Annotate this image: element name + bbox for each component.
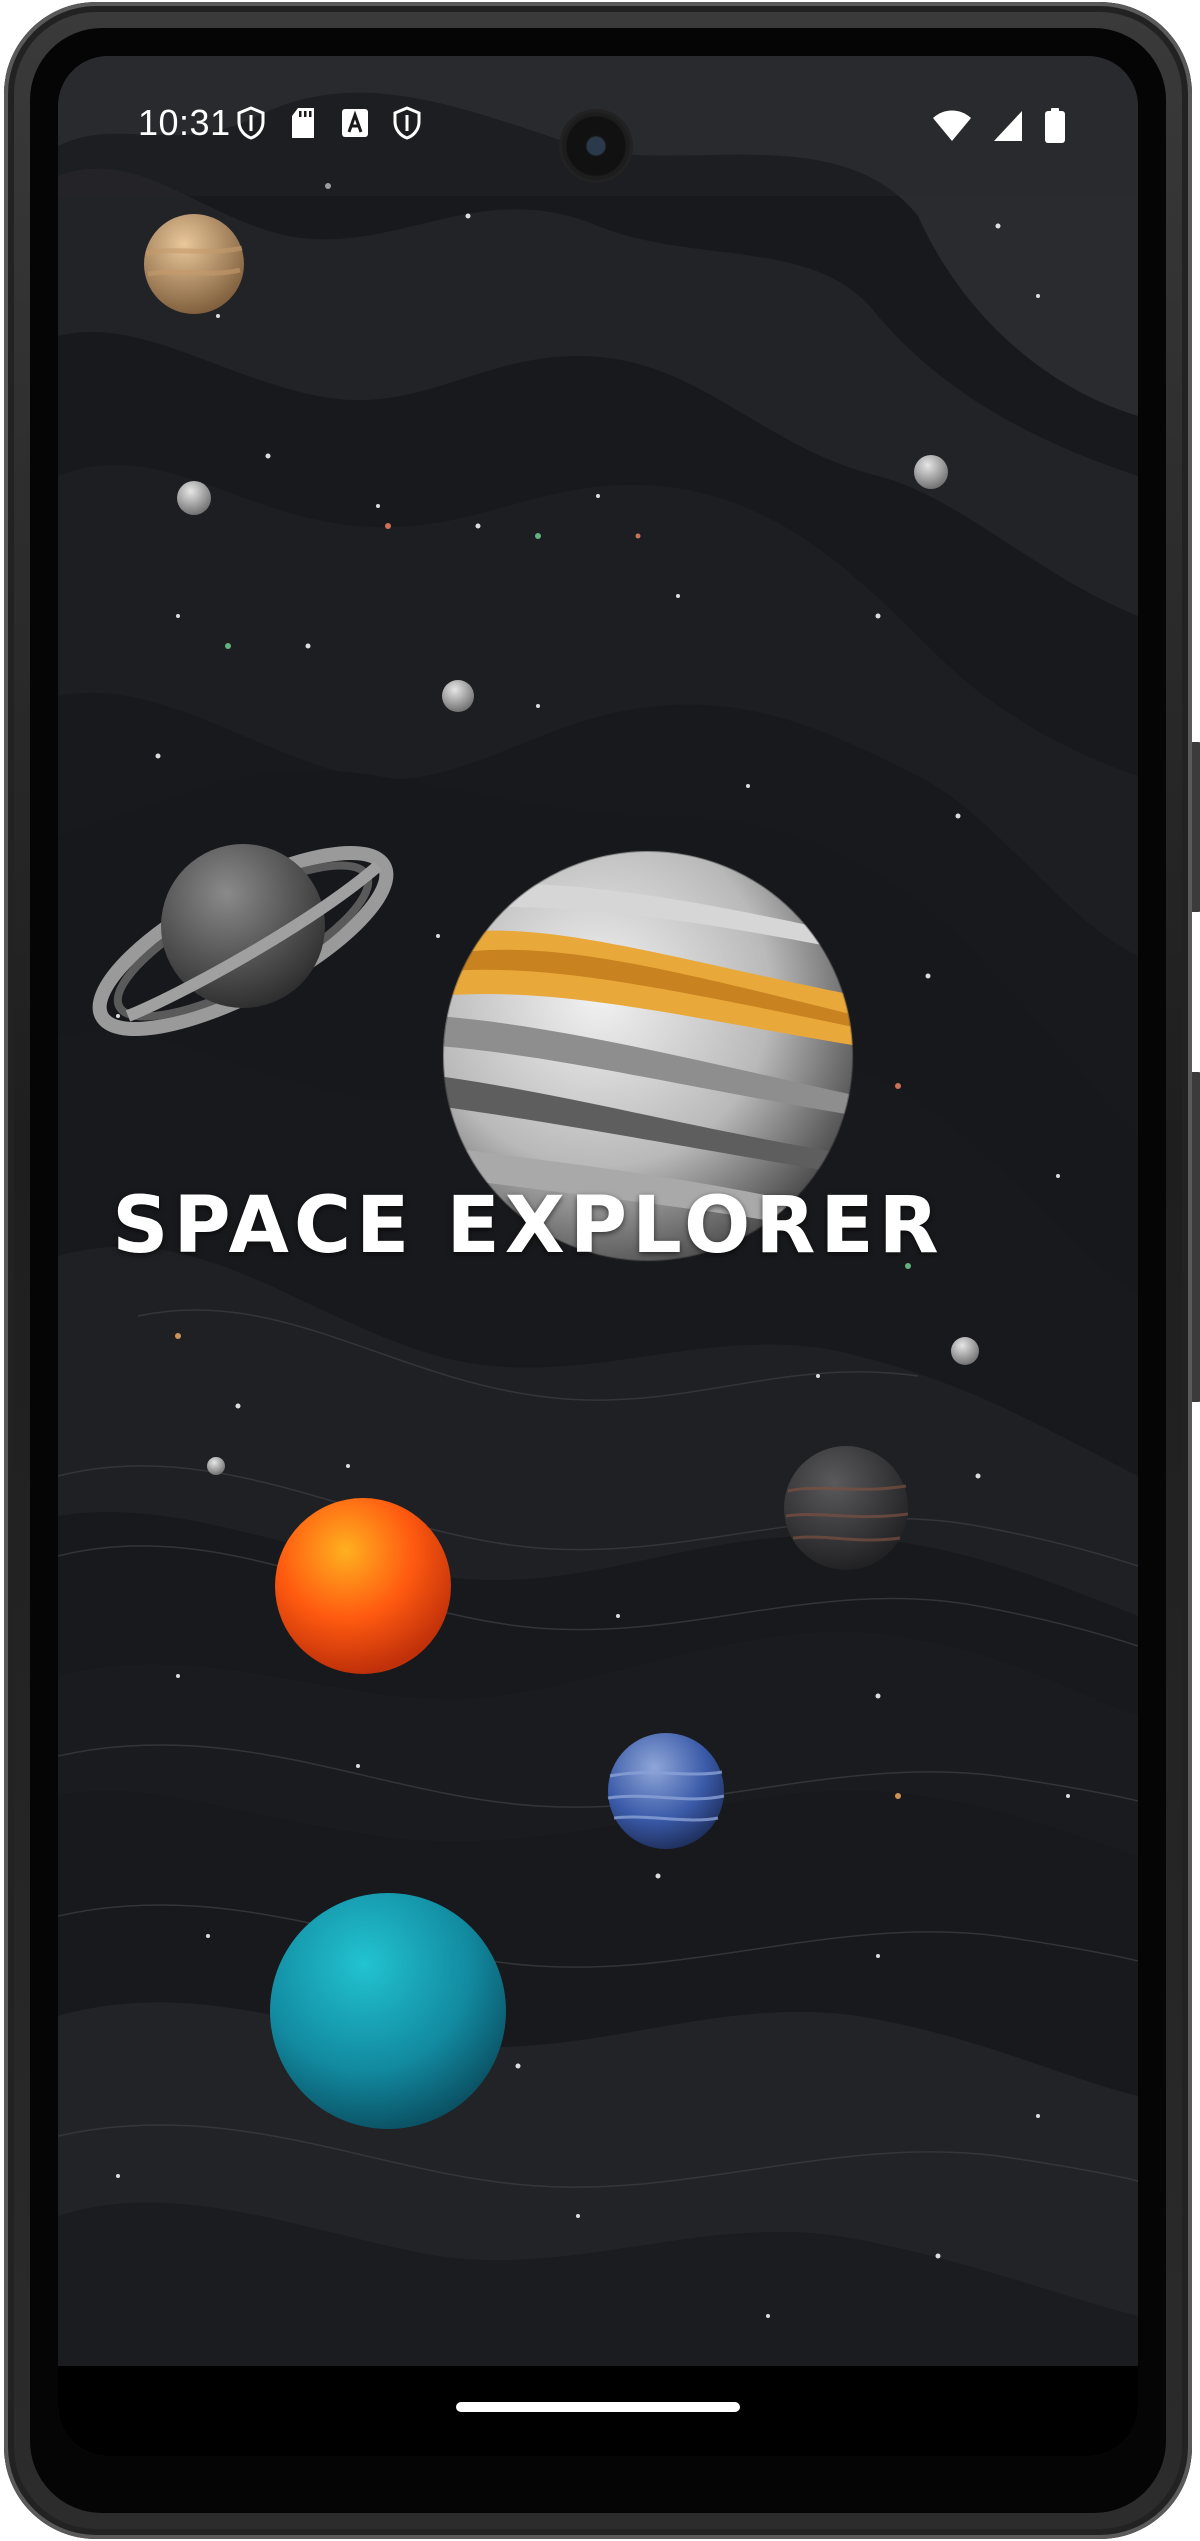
- home-gesture-handle[interactable]: [456, 2402, 740, 2412]
- shield-icon: [237, 106, 265, 140]
- power-button: [1192, 742, 1200, 912]
- screen: 10:31 SPACE EXPLORER: [58, 56, 1138, 2456]
- cell-signal-icon: [994, 111, 1022, 141]
- system-icons: [932, 108, 1066, 144]
- app-title: SPACE EXPLORER: [112, 1181, 944, 1271]
- notification-icons: [236, 106, 422, 140]
- volume-button: [1192, 1072, 1200, 1402]
- status-bar: 10:31: [58, 56, 1138, 196]
- sd-card-icon: [292, 108, 314, 138]
- status-time: 10:31: [138, 102, 231, 143]
- battery-icon: [1045, 108, 1065, 143]
- front-camera: [562, 112, 630, 180]
- font-a-icon: [342, 109, 368, 137]
- wifi-icon: [933, 110, 971, 141]
- navigation-bar: [58, 2366, 1138, 2456]
- shield-icon: [393, 106, 421, 140]
